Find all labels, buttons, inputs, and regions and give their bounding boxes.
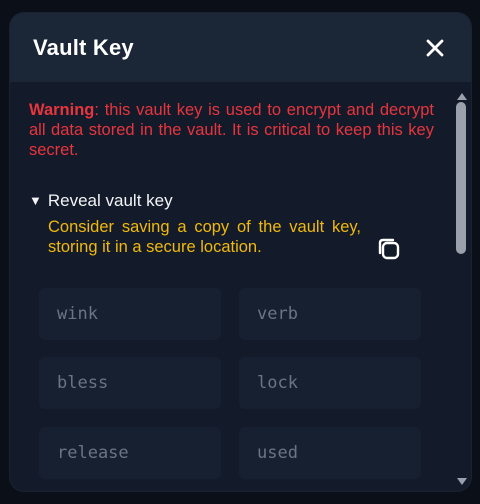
reveal-vault-key-toggle[interactable]: ▼ Reveal vault key	[29, 191, 173, 211]
vault-key-word: lock	[239, 357, 421, 409]
vault-key-modal: Vault Key Warning: this vault key is use…	[10, 13, 471, 491]
scroll-down-arrow-icon[interactable]	[456, 474, 468, 485]
save-copy-note: Consider saving a copy of the vault key,…	[48, 218, 361, 256]
warning-label: Warning	[29, 101, 95, 119]
scroll-up-arrow-icon[interactable]	[456, 88, 468, 100]
copy-icon[interactable]	[376, 236, 402, 262]
reveal-label: Reveal vault key	[47, 191, 173, 210]
vault-key-word: used	[239, 427, 421, 479]
vault-key-word: wink	[39, 288, 221, 340]
scrollbar-thumb[interactable]	[456, 102, 466, 254]
warning-text: Warning: this vault key is used to encry…	[29, 100, 434, 160]
scrollbar[interactable]	[453, 82, 471, 491]
vault-key-word: verb	[239, 288, 421, 340]
modal-body: Warning: this vault key is used to encry…	[10, 82, 471, 491]
close-icon[interactable]	[424, 37, 446, 59]
vault-key-word: release	[39, 427, 221, 479]
triangle-down-icon: ▼	[29, 193, 42, 208]
modal-title: Vault Key	[33, 35, 134, 60]
vault-key-word: bless	[39, 357, 221, 409]
modal-header: Vault Key	[10, 13, 471, 82]
